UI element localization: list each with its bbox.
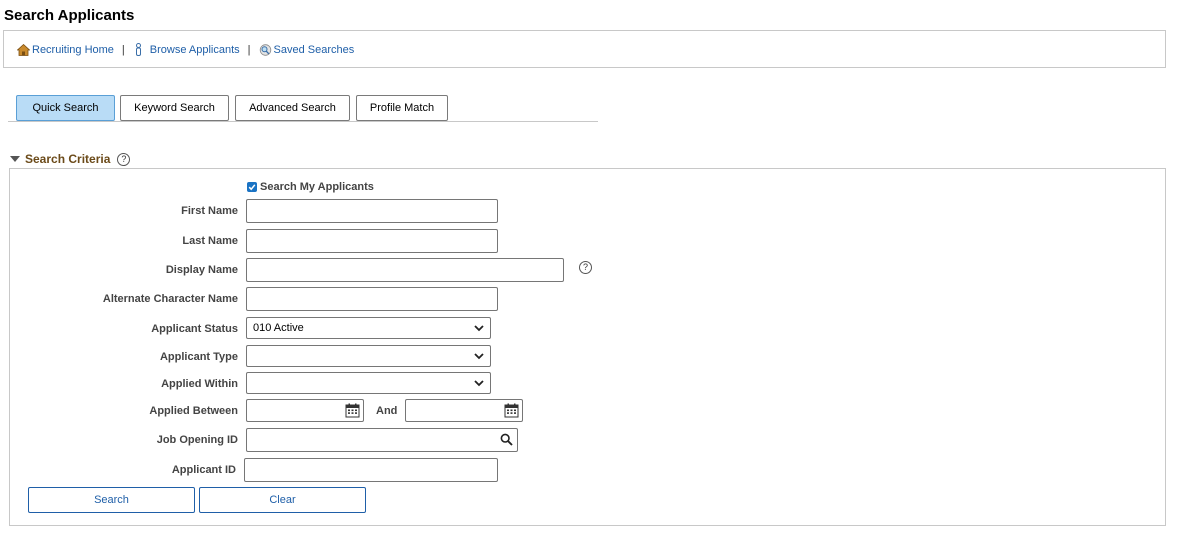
chevron-down-icon: [474, 380, 484, 387]
person-icon: [135, 43, 141, 56]
job-opening-id-input[interactable]: [246, 428, 518, 452]
alternate-character-name-input[interactable]: [246, 287, 498, 311]
applied-between-to-field: [405, 399, 523, 422]
applicant-type-label: Applicant Type: [159, 351, 238, 363]
clear-button[interactable]: Clear: [199, 487, 366, 513]
tab-keyword-search[interactable]: Keyword Search: [120, 95, 229, 121]
alternate-character-name-label: Alternate Character Name: [102, 293, 238, 305]
search-my-applicants-label: Search My Applicants: [260, 181, 374, 193]
collapse-caret-icon[interactable]: [10, 156, 20, 162]
search-my-applicants-checkbox[interactable]: [247, 182, 257, 192]
applicant-id-input[interactable]: [244, 458, 498, 482]
help-icon[interactable]: ?: [117, 152, 131, 166]
applied-within-select[interactable]: [246, 372, 491, 394]
recruiting-home-label: Recruiting Home: [32, 43, 114, 56]
job-opening-id-field: [246, 428, 518, 452]
applicant-type-select[interactable]: [246, 345, 491, 367]
tab-quick-search[interactable]: Quick Search: [16, 95, 115, 121]
first-name-label: First Name: [181, 205, 238, 217]
applicant-status-label: Applicant Status: [151, 323, 238, 335]
last-name-label: Last Name: [182, 235, 238, 247]
search-criteria-header[interactable]: Search Criteria ?: [10, 152, 131, 166]
navigation-bar: Recruiting Home | Browse Applicants | Sa…: [3, 30, 1166, 68]
saved-searches-link[interactable]: Saved Searches: [259, 43, 355, 56]
last-name-input[interactable]: [246, 229, 498, 253]
home-icon: [17, 43, 30, 56]
browse-applicants-label: Browse Applicants: [149, 43, 240, 56]
and-label: And: [376, 405, 398, 417]
calendar-icon[interactable]: [345, 403, 360, 418]
applicant-status-select[interactable]: 010 Active: [246, 317, 491, 339]
search-button[interactable]: Search: [28, 487, 195, 513]
section-title: Search Criteria: [25, 152, 111, 166]
display-name-label: Display Name: [165, 264, 238, 276]
browse-applicants-link[interactable]: Browse Applicants: [133, 43, 240, 56]
tab-divider: [8, 121, 598, 122]
nav-separator: |: [247, 43, 251, 56]
nav-separator: |: [121, 43, 125, 56]
search-icon[interactable]: [500, 433, 513, 446]
calendar-icon[interactable]: [504, 403, 519, 418]
search-my-applicants-row: Search My Applicants: [247, 181, 374, 193]
saved-searches-label: Saved Searches: [273, 43, 355, 56]
recruiting-home-link[interactable]: Recruiting Home: [17, 43, 114, 56]
applied-between-from-field: [246, 399, 364, 422]
applied-between-label: Applied Between: [149, 405, 238, 417]
chevron-down-icon: [474, 325, 484, 332]
tab-profile-match[interactable]: Profile Match: [356, 95, 448, 121]
saved-search-icon: [259, 43, 271, 56]
navigation-links: Recruiting Home | Browse Applicants | Sa…: [17, 43, 354, 56]
applicant-id-label: Applicant ID: [171, 464, 236, 476]
checkmark-icon: [248, 184, 256, 191]
applicant-status-value: 010 Active: [253, 322, 304, 334]
page-title: Search Applicants: [4, 7, 135, 24]
display-name-help-icon[interactable]: ?: [579, 261, 592, 274]
display-name-input[interactable]: [246, 258, 564, 282]
first-name-input[interactable]: [246, 199, 498, 223]
chevron-down-icon: [474, 353, 484, 360]
job-opening-id-label: Job Opening ID: [156, 434, 238, 446]
tab-advanced-search[interactable]: Advanced Search: [235, 95, 350, 121]
applied-within-label: Applied Within: [161, 378, 238, 390]
